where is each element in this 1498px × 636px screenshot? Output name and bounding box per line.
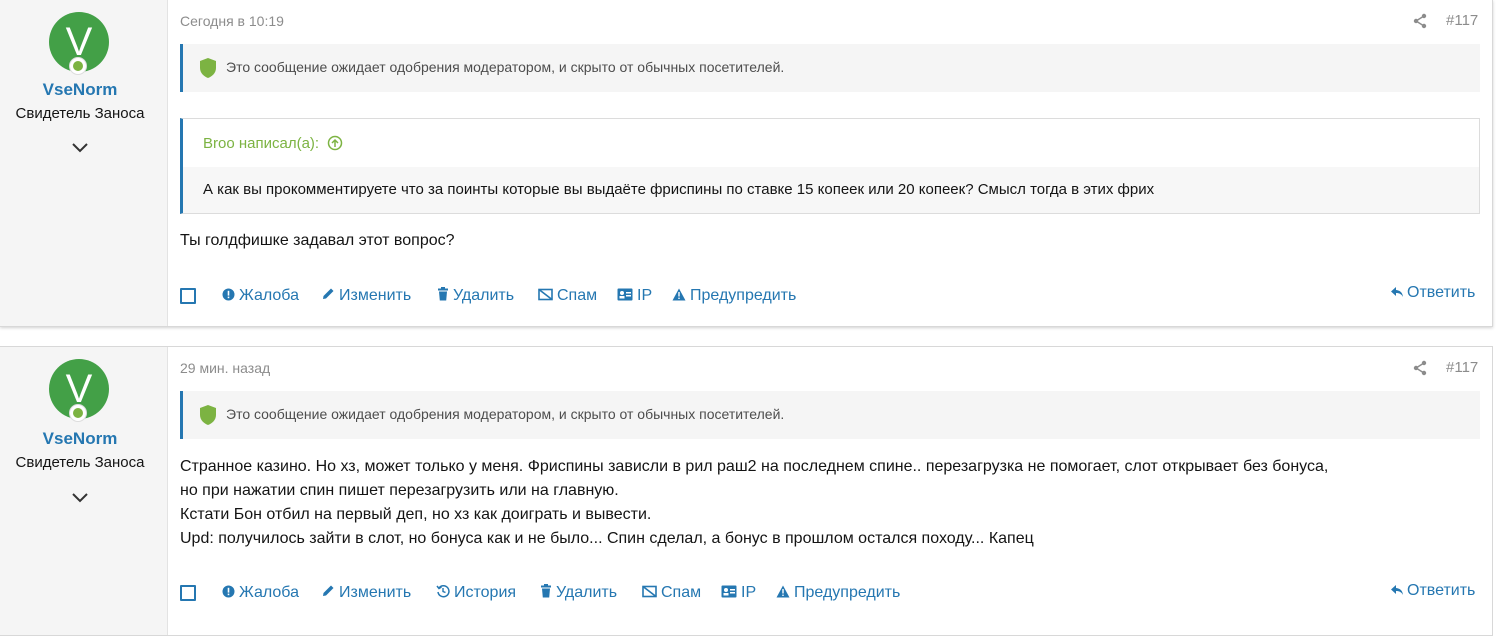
warn-label[interactable]: Предупредить <box>794 584 900 601</box>
reply-icon <box>1391 585 1403 595</box>
arrow-up-circle-icon[interactable] <box>327 135 343 151</box>
share-icon[interactable] <box>1412 13 1428 29</box>
edit-label[interactable]: Изменить <box>339 287 411 304</box>
post-number-link[interactable]: #117 <box>1446 359 1478 376</box>
alert-circle-icon <box>222 585 235 598</box>
moderation-text: Это сообщение ожидает одобрения модерато… <box>226 406 785 422</box>
report-label[interactable]: Жалоба <box>239 287 299 304</box>
user-cell: V VseNorm Свидетель Заноса <box>0 347 168 635</box>
edit-button[interactable]: Изменить <box>321 287 411 305</box>
pencil-icon <box>323 288 334 299</box>
user-title: Свидетель Заноса <box>15 454 145 471</box>
message-line: но при нажатии спин пишет перезагрузить … <box>180 482 619 499</box>
warning-triangle-icon <box>776 585 790 598</box>
message-line: Кстати Бон отбил на первый деп, но хз ка… <box>180 506 652 523</box>
message-line: Ты голдфишке задавал этот вопрос? <box>180 232 455 249</box>
user-title: Свидетель Заноса <box>15 105 145 122</box>
reply-button[interactable]: Ответить <box>1390 582 1475 600</box>
reply-label[interactable]: Ответить <box>1407 284 1475 301</box>
warning-triangle-icon <box>672 288 686 301</box>
alert-circle-icon <box>222 288 235 301</box>
ip-label[interactable]: IP <box>637 287 652 304</box>
warn-label[interactable]: Предупредить <box>690 287 796 304</box>
message-date[interactable]: Сегодня в 10:19 <box>180 13 284 29</box>
shield-icon <box>200 58 216 78</box>
ip-label[interactable]: IP <box>741 584 756 601</box>
quote-block: Broo написал(а): А как вы прокомментируе… <box>180 118 1480 214</box>
id-card-icon <box>721 585 737 598</box>
report-button[interactable]: Жалоба <box>222 287 299 305</box>
quote-author-link[interactable]: Broo написал(а): <box>203 135 343 152</box>
online-status-icon <box>69 57 87 75</box>
trash-icon <box>438 287 448 301</box>
moderation-notice: Это сообщение ожидает одобрения модерато… <box>180 44 1480 92</box>
spam-label[interactable]: Спам <box>661 584 701 601</box>
spam-icon <box>538 288 553 301</box>
user-cell: V VseNorm Свидетель Заноса <box>0 0 168 326</box>
shield-icon <box>200 405 216 425</box>
ip-button[interactable]: IP <box>617 287 652 305</box>
warn-button[interactable]: Предупредить <box>672 287 796 305</box>
report-button[interactable]: Жалоба <box>222 584 299 602</box>
select-checkbox[interactable] <box>180 585 196 601</box>
trash-icon <box>541 584 551 598</box>
reply-icon <box>1391 287 1403 297</box>
history-button[interactable]: История <box>436 584 516 602</box>
delete-label[interactable]: Удалить <box>453 287 514 304</box>
delete-button[interactable]: Удалить <box>540 584 617 602</box>
delete-button[interactable]: Удалить <box>437 287 514 305</box>
quote-text: А как вы прокомментируете что за поинты … <box>203 181 1155 198</box>
message-post: V VseNorm Свидетель Заноса 29 мин. назад… <box>0 346 1493 636</box>
chevron-down-icon[interactable] <box>70 490 90 506</box>
ip-button[interactable]: IP <box>721 584 756 602</box>
select-checkbox[interactable] <box>180 288 196 304</box>
message-body: Странное казино. Но хз, может только у м… <box>180 455 1480 551</box>
reply-label[interactable]: Ответить <box>1407 582 1475 599</box>
online-status-icon <box>69 404 87 422</box>
chevron-down-icon[interactable] <box>70 140 90 156</box>
post-number-link[interactable]: #117 <box>1446 12 1478 29</box>
spam-icon <box>642 585 657 598</box>
history-label[interactable]: История <box>454 584 516 601</box>
message-body: Ты голдфишке задавал этот вопрос? <box>180 229 1480 253</box>
message-line: Странное казино. Но хз, может только у м… <box>180 458 1329 475</box>
message-post: V VseNorm Свидетель Заноса Сегодня в 10:… <box>0 0 1493 327</box>
message-date[interactable]: 29 мин. назад <box>180 360 270 376</box>
quote-author[interactable]: Broo написал(а): <box>203 135 319 152</box>
message-line: Upd: получилось зайти в слот, но бонуса … <box>180 530 1034 547</box>
share-icon[interactable] <box>1412 360 1428 376</box>
username-link[interactable]: VseNorm <box>0 429 160 449</box>
quote-content: А как вы прокомментируете что за поинты … <box>183 167 1479 213</box>
username-link[interactable]: VseNorm <box>0 80 160 100</box>
edit-label[interactable]: Изменить <box>339 584 411 601</box>
pencil-icon <box>323 585 334 596</box>
spam-label[interactable]: Спам <box>557 287 597 304</box>
report-label[interactable]: Жалоба <box>239 584 299 601</box>
reply-button[interactable]: Ответить <box>1390 284 1475 302</box>
spam-button[interactable]: Спам <box>538 287 597 305</box>
id-card-icon <box>617 288 633 301</box>
edit-button[interactable]: Изменить <box>321 584 411 602</box>
warn-button[interactable]: Предупредить <box>776 584 900 602</box>
moderation-notice: Это сообщение ожидает одобрения модерато… <box>180 391 1480 439</box>
history-icon <box>436 585 450 598</box>
delete-label[interactable]: Удалить <box>556 584 617 601</box>
spam-button[interactable]: Спам <box>642 584 701 602</box>
moderation-text: Это сообщение ожидает одобрения модерато… <box>226 59 785 75</box>
